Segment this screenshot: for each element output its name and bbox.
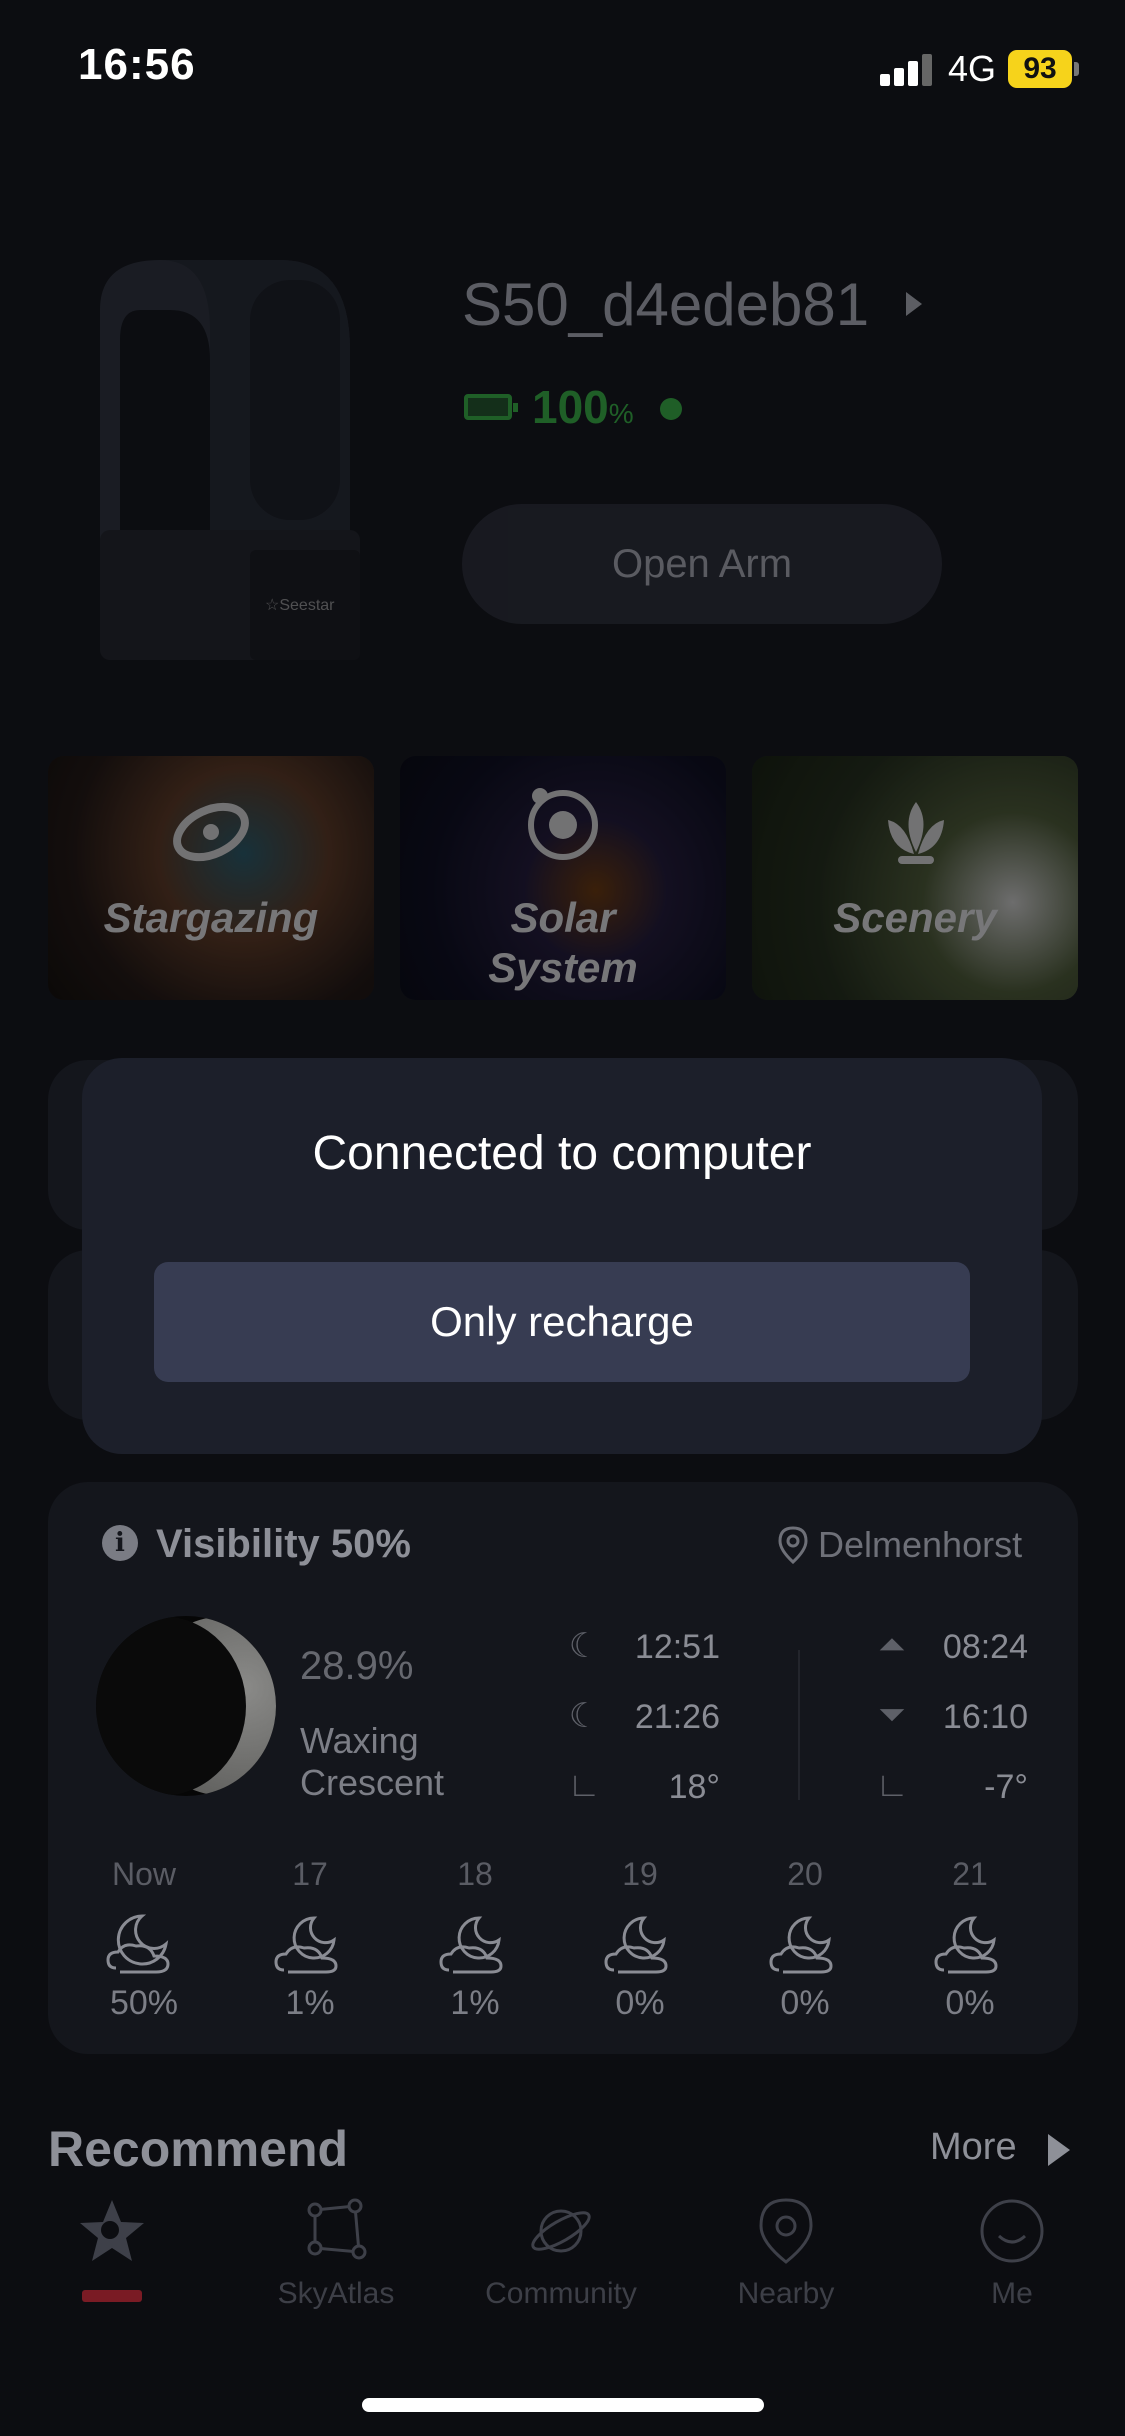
cloud-moon-icon bbox=[604, 1916, 668, 1974]
forecast-label: 20 bbox=[787, 1856, 823, 1892]
sunrise-icon: ⏶ bbox=[878, 1626, 906, 1664]
divider bbox=[798, 1650, 800, 1800]
forecast-value: 50% bbox=[109, 1984, 179, 2022]
card-dim-overlay bbox=[48, 756, 374, 1000]
moonrise-icon: ☾ bbox=[568, 1627, 600, 1665]
tab-me[interactable]: Me bbox=[912, 2196, 1112, 2310]
moon-phase-image bbox=[96, 1616, 276, 1796]
forecast-label: Now bbox=[111, 1856, 176, 1892]
battery-level-badge: 93 bbox=[1008, 50, 1072, 88]
tab-community[interactable]: Community bbox=[461, 2196, 661, 2310]
moon-altitude: 18° bbox=[668, 1768, 720, 1806]
constellation-icon bbox=[307, 2198, 367, 2260]
sun-altitude: -7° bbox=[984, 1768, 1028, 1806]
forecast-value: 0% bbox=[945, 1984, 995, 2022]
active-tab-indicator bbox=[82, 2290, 142, 2302]
moonset-time: 21:26 bbox=[634, 1698, 720, 1736]
moonrise-time: 12:51 bbox=[634, 1628, 720, 1666]
forecast-value: 1% bbox=[285, 1984, 335, 2022]
mode-card-solar-system[interactable]: Solar System bbox=[400, 756, 726, 1000]
home-star-icon bbox=[80, 2200, 144, 2261]
popup-title: Connected to computer bbox=[312, 1127, 812, 1180]
visibility-title: Visibility 50% bbox=[156, 1522, 411, 1566]
cloud-moon-icon bbox=[439, 1916, 503, 1974]
only-recharge-button[interactable]: Only recharge bbox=[154, 1262, 970, 1382]
smiley-icon bbox=[980, 2199, 1044, 2263]
tab-label: Me bbox=[991, 2277, 1033, 2310]
caret-right-icon[interactable] bbox=[906, 292, 922, 316]
battery-tip-icon bbox=[1074, 62, 1079, 76]
location-pin-icon bbox=[759, 2198, 813, 2264]
play-arrow-icon[interactable] bbox=[1048, 2134, 1070, 2166]
forecast-label: 21 bbox=[952, 1856, 988, 1892]
network-type: 4G bbox=[948, 48, 997, 89]
forecast-label: 19 bbox=[622, 1856, 658, 1892]
sun-altitude-icon: ∟ bbox=[875, 1766, 909, 1804]
telescope-image[interactable]: ☆Seestar bbox=[80, 250, 360, 670]
tab-label: Community bbox=[485, 2277, 637, 2310]
tab-label: Nearby bbox=[737, 2277, 835, 2310]
cloud-moon-icon bbox=[769, 1916, 833, 1974]
tab-label: SkyAtlas bbox=[277, 2277, 395, 2310]
card-dim-overlay bbox=[400, 756, 726, 1000]
connection-popup bbox=[82, 1058, 1042, 1454]
open-arm-button[interactable]: Open Arm bbox=[462, 504, 942, 624]
moon-cloud-icon bbox=[106, 1914, 170, 1974]
sunrise-time: 08:24 bbox=[942, 1628, 1028, 1666]
battery-charging-icon bbox=[464, 394, 518, 420]
card-dim-overlay bbox=[752, 756, 1078, 1000]
device-name[interactable]: S50_d4edeb81 bbox=[462, 270, 869, 339]
moon-altitude-icon: ∟ bbox=[567, 1766, 601, 1804]
moonset-icon: ☾ bbox=[568, 1697, 600, 1735]
svg-text:☆Seestar: ☆Seestar bbox=[265, 597, 335, 614]
forecast-label: 17 bbox=[292, 1856, 328, 1892]
sunset-time: 16:10 bbox=[942, 1698, 1028, 1736]
planet-icon bbox=[531, 2209, 591, 2253]
forecast-label: 18 bbox=[457, 1856, 493, 1892]
device-battery-value: 100 bbox=[532, 381, 609, 433]
forecast-value: 0% bbox=[780, 1984, 830, 2022]
signal-strength-icon bbox=[880, 52, 936, 86]
sunset-icon: ⏷ bbox=[878, 1696, 906, 1734]
tab-skyatlas[interactable]: SkyAtlas bbox=[236, 2196, 436, 2310]
device-battery-percent: 100% bbox=[532, 380, 634, 434]
location-pin-icon bbox=[778, 1526, 808, 1564]
forecast-value: 1% bbox=[450, 1984, 500, 2022]
moon-phase-name: Waxing Crescent bbox=[300, 1720, 445, 1803]
more-link[interactable]: More bbox=[930, 2126, 1017, 2169]
moon-illumination: 28.9% bbox=[300, 1644, 414, 1688]
online-status-dot bbox=[660, 398, 682, 420]
device-battery-unit: % bbox=[608, 398, 634, 429]
cloud-moon-icon bbox=[274, 1916, 338, 1974]
recommend-title: Recommend bbox=[48, 2121, 349, 2177]
location-name[interactable]: Delmenhorst bbox=[818, 1524, 1022, 1566]
home-indicator[interactable] bbox=[362, 2398, 764, 2412]
forecast-value: 0% bbox=[615, 1984, 665, 2022]
info-icon[interactable]: i bbox=[102, 1525, 138, 1561]
status-time: 16:56 bbox=[78, 40, 196, 89]
tab-nearby[interactable]: Nearby bbox=[686, 2196, 886, 2310]
cloud-moon-icon bbox=[934, 1916, 998, 1974]
mode-card-scenery[interactable]: Scenery bbox=[752, 756, 1078, 1000]
mode-card-stargazing[interactable]: Stargazing bbox=[48, 756, 374, 1000]
